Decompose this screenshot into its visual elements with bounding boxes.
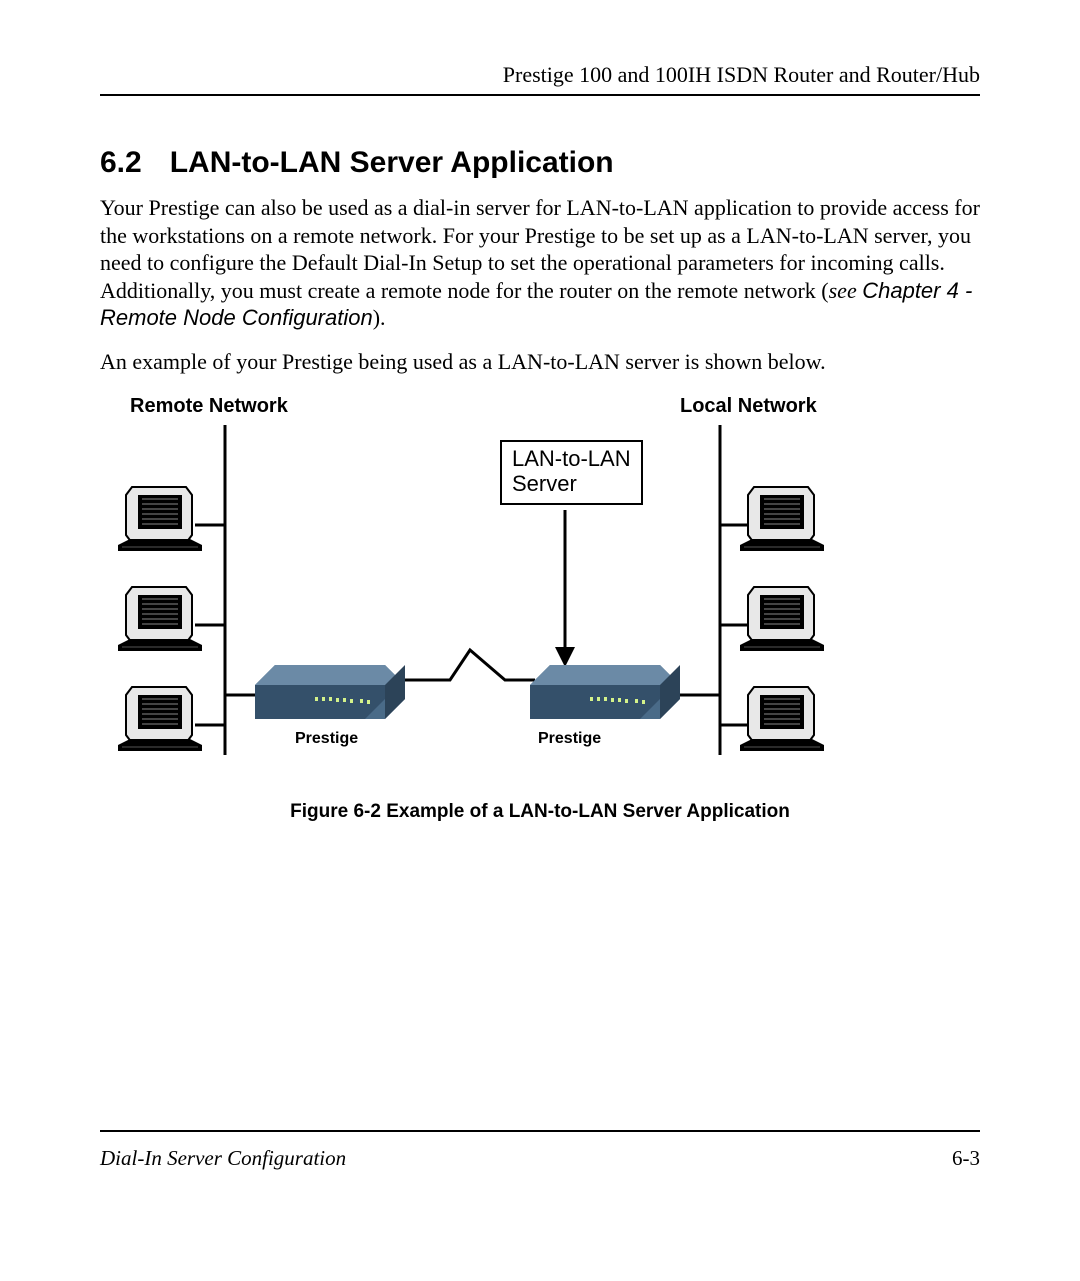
footer-section-name: Dial-In Server Configuration (100, 1146, 346, 1171)
workstation-icon (118, 587, 202, 651)
router-icon (255, 665, 405, 719)
para1-text-b: ). (373, 305, 386, 330)
workstation-icon (740, 487, 824, 551)
footer-page-number: 6-3 (952, 1146, 980, 1171)
section-number: 6.2 (100, 146, 142, 180)
running-header: Prestige 100 and 100IH ISDN Router and R… (100, 62, 980, 96)
section-title: LAN-to-LAN Server Application (170, 146, 614, 179)
section-heading: 6.2 LAN-to-LAN Server Application (100, 146, 980, 180)
paragraph-1: Your Prestige can also be used as a dial… (100, 194, 980, 332)
para1-see: see (829, 278, 863, 303)
workstation-icon (740, 587, 824, 651)
figure-caption: Figure 6-2 Example of a LAN-to-LAN Serve… (100, 801, 980, 823)
page-footer: Dial-In Server Configuration 6-3 (100, 1130, 980, 1171)
router-icon (530, 665, 680, 719)
network-diagram-svg (100, 395, 970, 795)
figure-6-2-diagram: Remote Network Local Network LAN-to-LAN … (100, 395, 970, 795)
workstation-icon (118, 487, 202, 551)
workstation-icon (118, 687, 202, 751)
workstation-icon (740, 687, 824, 751)
paragraph-2: An example of your Prestige being used a… (100, 348, 980, 376)
